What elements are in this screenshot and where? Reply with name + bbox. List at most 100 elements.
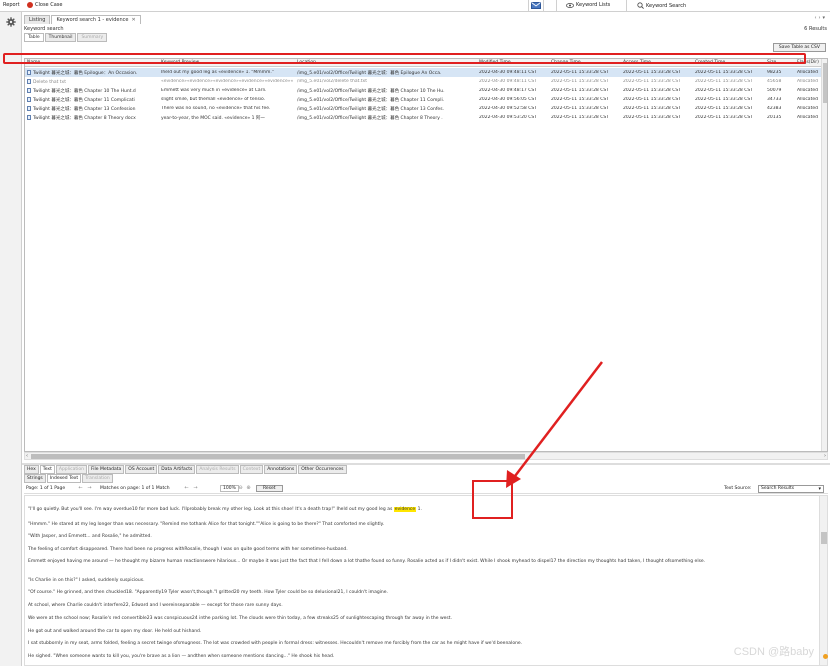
left-sidebar	[0, 12, 22, 666]
cell-change: 2022-05-11 15:33:28 CST	[551, 88, 609, 93]
table-row[interactable]: Twilight 暮光之城：暮色 Epilogue：An Occasion. I…	[25, 68, 827, 77]
close-case-button[interactable]: Close Case	[27, 2, 62, 8]
tab-hex[interactable]: Hex	[24, 465, 39, 474]
cell-modified: 2022-04-30 09:56:05 CST	[479, 97, 537, 102]
tab-navigation[interactable]: ‹›▾	[814, 15, 827, 21]
text-paragraph: "Is Charlie in on this?" I asked, sudden…	[28, 578, 145, 583]
tab-data-artifacts[interactable]: Data Artifacts	[158, 465, 196, 474]
table-vertical-scrollbar[interactable]	[821, 59, 827, 451]
page-indicator: Page: 1 of 1 Page	[26, 486, 66, 491]
scroll-right-icon[interactable]: ›	[824, 453, 826, 459]
tab-file-metadata[interactable]: File Metadata	[88, 465, 125, 474]
tab-application[interactable]: Application	[55, 465, 88, 474]
text-paragraph: "I'll go quietly. But you'll see. I'm wa…	[28, 507, 422, 512]
keyword-search-button[interactable]: Keyword Search	[637, 2, 686, 9]
toolbar-separator	[626, 0, 627, 11]
scroll-left-icon[interactable]: ‹	[26, 453, 28, 459]
selected-row-annotation	[3, 53, 806, 64]
cell-created: 2022-05-11 15:33:28 CST	[695, 97, 753, 102]
keyword-search-title: Keyword search	[24, 26, 64, 32]
cell-size: 20135	[767, 115, 782, 120]
text-segment: 1.	[416, 507, 422, 512]
keyword-lists-label: Keyword Lists	[576, 2, 611, 8]
tab-os-account[interactable]: OS Account	[125, 465, 158, 474]
tab-listing[interactable]: Listing	[24, 15, 51, 24]
table-horizontal-scrollbar[interactable]: ‹ ›	[24, 452, 828, 460]
tab-table[interactable]: Table	[24, 33, 44, 42]
gear-icon[interactable]	[6, 17, 16, 27]
file-icon	[27, 70, 31, 75]
tab-summary[interactable]: Summary	[77, 33, 108, 42]
cell-name-text: Twilight 暮光之城：暮色 Chapter 8 Theory docx	[33, 116, 136, 121]
tab-context[interactable]: Context	[239, 465, 264, 474]
mail-button[interactable]	[528, 0, 544, 11]
cell-change: 2022-05-11 15:33:28 CST	[551, 106, 609, 111]
tab-text[interactable]: Text	[39, 465, 55, 474]
cell-location: /img_5.e01/vol2/Office/Twilight 暮光之城：暮色 …	[297, 107, 444, 112]
tab-thumbnail[interactable]: Thumbnail	[44, 33, 77, 42]
scrollbar-thumb[interactable]	[821, 532, 827, 544]
text-paragraph: He got out and walked around the car to …	[28, 629, 202, 634]
close-tab-icon[interactable]: ✕	[131, 17, 135, 23]
tab-listing-label: Listing	[29, 17, 46, 23]
cell-name-text: Delete that txt	[33, 80, 66, 85]
cell-modified: 2022-04-30 09:48:11 CST	[479, 70, 537, 75]
scrollbar-thumb[interactable]	[31, 454, 525, 459]
table-row[interactable]: Twilight 暮光之城：暮色 Chapter 8 Theory docx y…	[25, 113, 827, 122]
table-row[interactable]: Delete that txt «evidence»«evidence»«evi…	[25, 77, 827, 86]
cell-change: 2022-05-11 15:33:28 CST	[551, 97, 609, 102]
document-tabs: Listing Keyword search 1 - evidence ✕	[24, 15, 141, 24]
text-vertical-scrollbar[interactable]	[819, 496, 827, 665]
results-table: Name Keyword Preview Location Modified T…	[24, 58, 828, 452]
cell-created: 2022-05-11 15:33:28 CST	[695, 88, 753, 93]
tab-keyword-search[interactable]: Keyword search 1 - evidence ✕	[51, 15, 141, 24]
scrollbar-thumb[interactable]	[823, 63, 827, 103]
cell-size: 34733	[767, 97, 782, 102]
cell-modified: 2022-04-30 09:53:20 CST	[479, 115, 537, 120]
cell-location: /img_5.e01/vol2/Office/Twilight 暮光之城：暮色 …	[297, 116, 443, 121]
tab-indexed-text[interactable]: Indexed Text	[46, 474, 82, 483]
cell-location: /img_5.e01/vol2/Office/Twilight 暮光之城：暮色 …	[297, 71, 442, 76]
notification-icon[interactable]	[823, 654, 828, 659]
prev-page-icon[interactable]: ←	[77, 485, 84, 492]
cell-location: /img_5.e01/vol2/Office/Twilight 暮光之城：暮色 …	[297, 89, 445, 94]
search-icon	[637, 2, 644, 9]
zoom-out-icon[interactable]: ⊖	[237, 485, 244, 492]
text-paragraph: "Hmmm." He stared at my leg longer than …	[28, 522, 385, 527]
text-paragraph: We were at the school now; Rosalie's red…	[28, 616, 452, 621]
tab-strings[interactable]: Strings	[24, 474, 46, 483]
next-match-icon[interactable]: →	[192, 485, 199, 492]
reset-zoom-button[interactable]: Reset	[256, 485, 283, 492]
text-paragraph: The feeling of comfort disappeared. Ther…	[28, 547, 348, 552]
prev-match-icon[interactable]: ←	[183, 485, 190, 492]
text-source-select[interactable]: Search Results ▾	[758, 485, 824, 493]
table-row[interactable]: Twilight 暮光之城：暮色 Chapter 10 The Hunt.d E…	[25, 86, 827, 95]
report-button[interactable]: Report	[3, 2, 20, 8]
cell-preview: Emmett was very much in «evidence» at Ca…	[161, 88, 267, 93]
tab-other-occurrences[interactable]: Other Occurrences	[298, 465, 347, 474]
table-row[interactable]: Twilight 暮光之城：暮色 Chapter 13 Confession T…	[25, 104, 827, 113]
tab-translation[interactable]: Translation	[82, 474, 113, 483]
text-paragraph: "Of course." He grinned, and then chuckl…	[28, 590, 388, 595]
cell-name-text: Twilight 暮光之城：暮色 Chapter 11 Complicati	[33, 98, 135, 103]
keyword-highlight: evidence	[393, 507, 417, 512]
cell-location: /img_5.e01/vol2/Office/Twilight 暮光之城：暮色 …	[297, 98, 445, 103]
tab-annotations[interactable]: Annotations	[264, 465, 298, 474]
save-table-csv-button[interactable]: Save Table as CSV	[772, 43, 826, 52]
text-paragraph: He sighed. "When someone wants to kill y…	[28, 654, 335, 659]
keyword-lists-button[interactable]: Keyword Lists	[566, 2, 610, 8]
cell-access: 2022-05-11 15:33:28 CST	[623, 70, 681, 75]
table-row[interactable]: Twilight 暮光之城：暮色 Chapter 11 Complicati s…	[25, 95, 827, 104]
cell-preview: Iheld out my good leg as «evidence» 1. "…	[161, 70, 274, 75]
text-source-label: Text Source:	[724, 486, 752, 491]
main-panel: Listing Keyword search 1 - evidence ✕ ‹›…	[22, 12, 830, 666]
chevron-down-icon[interactable]: ▾	[822, 15, 827, 21]
cell-created: 2022-05-11 15:33:28 CST	[695, 70, 753, 75]
text-sub-tabs: Strings Indexed Text Translation	[24, 474, 113, 483]
next-page-icon[interactable]: →	[86, 485, 93, 492]
tab-analysis-results[interactable]: Analysis Results	[196, 465, 239, 474]
indexed-text-content: "I'll go quietly. But you'll see. I'm wa…	[24, 495, 828, 666]
zoom-in-icon[interactable]: ⊕	[245, 485, 252, 492]
cell-name-text: Twilight 暮光之城：暮色 Chapter 10 The Hunt.d	[33, 89, 136, 94]
cell-name: Twilight 暮光之城：暮色 Epilogue：An Occasion.	[27, 70, 159, 76]
